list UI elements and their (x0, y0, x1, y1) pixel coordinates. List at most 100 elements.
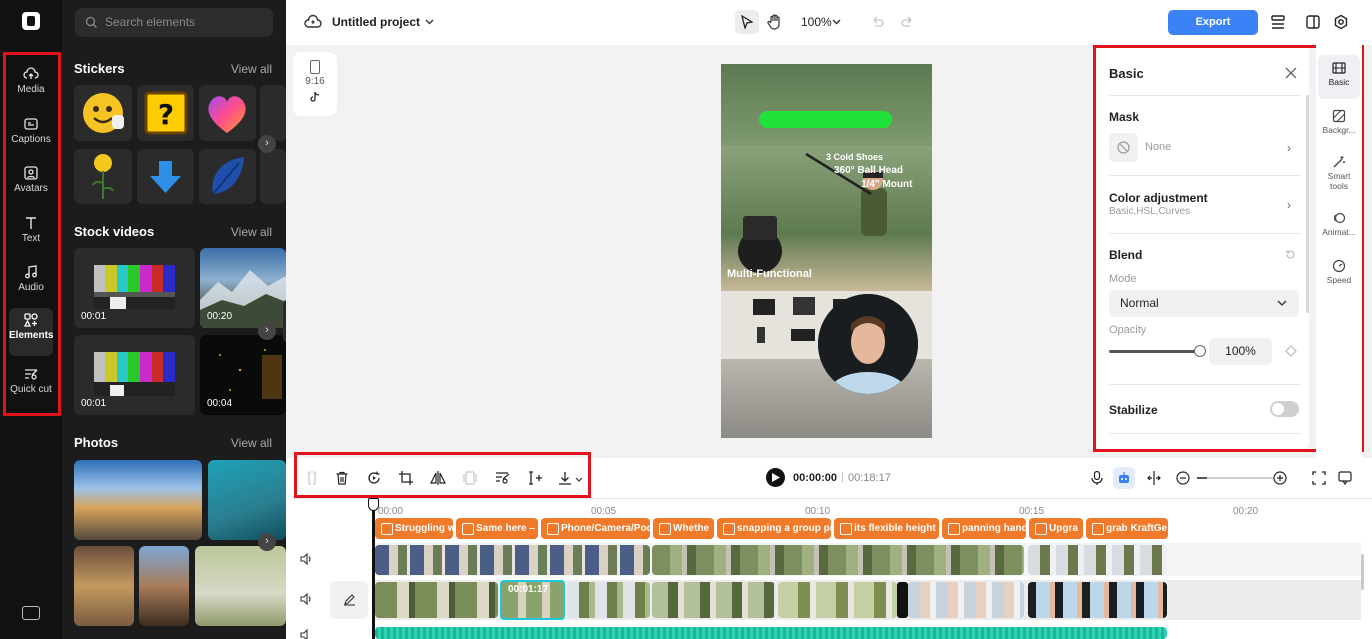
volume-icon[interactable] (300, 593, 313, 605)
sticker-partial-2[interactable] (260, 149, 286, 204)
video-clip[interactable] (652, 582, 775, 618)
color-adjustment-label[interactable]: Color adjustment (1109, 191, 1208, 205)
timeline-scrollbar[interactable] (1361, 554, 1364, 590)
quick-cut-tool-icon[interactable] (495, 470, 511, 486)
sticker-leaf[interactable] (199, 149, 256, 204)
sticker-heart[interactable] (199, 85, 256, 141)
playhead-handle[interactable] (368, 498, 379, 511)
caption-clip[interactable]: its flexible height (834, 518, 939, 539)
replace-icon[interactable] (366, 470, 382, 486)
rail-elements[interactable]: Elements (9, 308, 53, 356)
redo-icon[interactable] (901, 15, 915, 29)
caption-clip[interactable]: Phone/Camera/Pod (541, 518, 650, 539)
rail-text[interactable]: Text (9, 211, 53, 257)
trim-icon[interactable] (527, 470, 543, 486)
photo-food[interactable] (74, 546, 134, 626)
export-button[interactable]: Export (1168, 10, 1258, 35)
video-clip[interactable] (908, 582, 1024, 618)
presenter-circle[interactable] (818, 294, 918, 394)
fit-timeline-icon[interactable] (1311, 470, 1327, 486)
tab-speed[interactable]: Speed (1318, 253, 1360, 297)
video-clip[interactable] (375, 582, 498, 618)
photo-city[interactable] (74, 460, 202, 540)
split-audio-icon[interactable] (1146, 470, 1162, 486)
video-clip[interactable] (1028, 545, 1167, 575)
caption-clip[interactable]: panning hand (942, 518, 1026, 539)
stabilize-toggle[interactable] (1270, 401, 1299, 417)
caption-clip[interactable]: Struggling w (375, 518, 453, 539)
audio-waveform[interactable] (375, 627, 1167, 639)
photos-view-all[interactable]: View all (231, 436, 272, 450)
reset-icon[interactable] (1285, 249, 1296, 260)
photos-next-button[interactable]: › (258, 533, 276, 551)
rail-audio[interactable]: Audio (9, 260, 53, 306)
tab-smart-tools[interactable]: Smart tools (1318, 149, 1360, 201)
keyboard-icon[interactable] (22, 606, 40, 620)
photo-street[interactable] (139, 546, 189, 626)
download-icon[interactable] (557, 470, 573, 486)
props-scrollbar[interactable] (1306, 95, 1309, 313)
chevron-down-icon[interactable] (425, 19, 434, 25)
mask-none-button[interactable] (1109, 133, 1138, 162)
caption-clip[interactable]: grab KraftGe (1086, 518, 1168, 539)
selected-video-clip[interactable]: 00:01:17 (500, 580, 565, 620)
cloud-save-icon[interactable] (304, 14, 322, 30)
sticker-partial[interactable] (260, 85, 286, 141)
select-tool-button[interactable] (735, 10, 759, 34)
zoom-level[interactable]: 100% (801, 15, 832, 29)
video-clip[interactable] (778, 582, 897, 618)
play-button[interactable] (766, 468, 785, 487)
freeze-frame-icon[interactable] (462, 470, 478, 486)
stock-video-4[interactable]: 00:04 (200, 335, 286, 415)
color-adjustment-chevron-icon[interactable]: › (1287, 198, 1291, 212)
layers-icon[interactable] (1270, 14, 1286, 31)
photo-dog[interactable] (195, 546, 286, 626)
stock-videos-next-button[interactable]: › (258, 322, 276, 340)
video-clip[interactable] (375, 545, 650, 575)
cover-edit-button[interactable] (330, 581, 368, 619)
tab-animation[interactable]: Animat... (1318, 205, 1360, 249)
split-icon[interactable] (304, 470, 320, 486)
undo-icon[interactable] (870, 15, 884, 29)
flip-icon[interactable] (430, 470, 446, 486)
mask-chevron-icon[interactable]: › (1287, 141, 1291, 155)
caption-clip[interactable]: Same here – (456, 518, 538, 539)
keyframe-icon[interactable] (1285, 345, 1297, 357)
caption-clip[interactable]: Whethe (653, 518, 714, 539)
sticker-smiley[interactable] (74, 85, 132, 141)
close-icon[interactable] (1285, 67, 1297, 79)
video-clip[interactable] (1028, 582, 1167, 618)
tab-background[interactable]: Backgr... (1318, 103, 1360, 147)
stock-videos-view-all[interactable]: View all (231, 225, 272, 239)
rail-quick-cut[interactable]: Quick cut (9, 362, 53, 410)
crop-icon[interactable] (398, 470, 414, 486)
ai-robot-button[interactable] (1113, 467, 1135, 489)
project-name[interactable]: Untitled project (332, 15, 420, 29)
video-preview[interactable]: 3 Cold Shoes 360° Ball Head 1/4" Mount M… (721, 64, 932, 438)
clip-trim-handle[interactable] (897, 582, 908, 618)
rail-avatars[interactable]: Avatars (9, 161, 53, 207)
opacity-slider-track[interactable] (1109, 350, 1199, 353)
volume-icon[interactable] (300, 629, 313, 639)
zoom-in-icon[interactable] (1272, 470, 1288, 486)
microphone-icon[interactable] (1089, 470, 1105, 486)
settings-icon[interactable] (1333, 14, 1349, 30)
zoom-chevron-icon[interactable] (832, 19, 841, 25)
tab-basic[interactable]: Basic (1318, 55, 1360, 99)
search-input[interactable]: Search elements (75, 8, 273, 37)
timeline-zoom-slider[interactable] (1197, 477, 1273, 479)
comment-icon[interactable] (1337, 470, 1353, 486)
photo-sea[interactable] (208, 460, 286, 540)
sticker-rose[interactable] (74, 149, 132, 204)
stock-video-2[interactable]: 00:20 (200, 248, 286, 328)
zoom-out-icon[interactable] (1175, 470, 1191, 486)
hand-tool-icon[interactable] (767, 13, 783, 30)
opacity-input[interactable]: 100% (1209, 338, 1272, 365)
rail-media[interactable]: Media (9, 62, 53, 108)
download-chevron-icon[interactable] (575, 477, 583, 482)
aspect-ratio-selector[interactable]: 9:16 (293, 52, 337, 116)
stock-video-1[interactable]: 00:01 (74, 248, 195, 328)
caption-clip[interactable]: Upgra (1029, 518, 1083, 539)
sticker-down-arrow[interactable] (137, 149, 194, 204)
caption-clip[interactable]: snapping a group pi (717, 518, 831, 539)
